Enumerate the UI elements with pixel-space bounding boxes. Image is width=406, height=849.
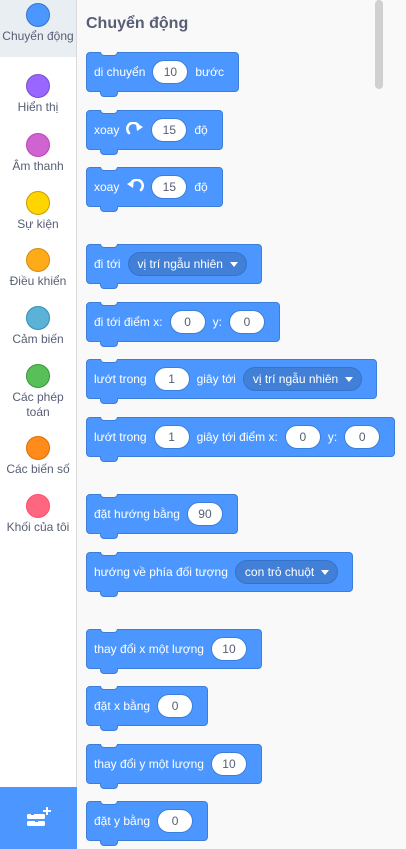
block-text: đặt hướng bằng: [94, 507, 180, 521]
target-dropdown[interactable]: vị trí ngẫu nhiên: [127, 252, 247, 276]
sensing-category-icon: [26, 306, 50, 330]
y-value-input[interactable]: 0: [157, 809, 194, 833]
category-label: Điều khiển: [9, 274, 67, 288]
change-x-block[interactable]: thay đổi x một lượng 10: [86, 629, 262, 674]
dropdown-arrow-icon: [345, 376, 354, 382]
block-text: đi tới: [94, 257, 121, 271]
control-category-icon: [26, 248, 50, 272]
x-input[interactable]: 0: [284, 425, 321, 449]
palette-section-title: Chuyển động: [86, 15, 189, 32]
category-label: Cảm biến: [12, 332, 64, 346]
category-label: Chuyển động: [2, 29, 74, 43]
block-text: di chuyển: [94, 65, 146, 79]
category-operators[interactable]: Các phép toán: [0, 361, 76, 433]
block-text: thay đổi y một lượng: [94, 757, 204, 771]
change-y-block[interactable]: thay đổi y một lượng 10: [86, 744, 262, 789]
direction-input[interactable]: 90: [186, 502, 223, 526]
point-towards-block[interactable]: hướng về phía đối tượng con trỏ chuột: [86, 552, 354, 597]
block-text: lướt trong: [94, 430, 147, 444]
set-y-block[interactable]: đặt y bằng 0: [86, 801, 209, 846]
category-label: Các phép toán: [12, 390, 64, 419]
category-sound[interactable]: Âm thanh: [0, 130, 76, 187]
towards-dropdown[interactable]: con trỏ chuột: [234, 560, 339, 584]
variables-category-icon: [26, 436, 50, 460]
turn-left-block[interactable]: xoay 15 độ: [86, 167, 223, 212]
dropdown-value: vị trí ngẫu nhiên: [137, 257, 223, 271]
category-label: Các biến số: [6, 462, 70, 476]
category-events[interactable]: Sự kiện: [0, 188, 76, 245]
x-value-input[interactable]: 0: [157, 694, 194, 718]
category-label: Sự kiện: [17, 217, 59, 231]
add-extension-icon: [26, 807, 51, 826]
block-text: y:: [327, 430, 338, 444]
block-text: độ: [194, 180, 208, 194]
seconds-input[interactable]: 1: [153, 425, 190, 449]
degrees-input[interactable]: 15: [151, 118, 188, 142]
block-text: đặt y bằng: [94, 814, 151, 828]
rotate-counterclockwise-icon: [126, 179, 145, 195]
y-input[interactable]: 0: [228, 310, 265, 334]
palette-scrollbar[interactable]: [375, 0, 383, 89]
category-looks[interactable]: Hiển thị: [0, 71, 76, 128]
glide-xy-block[interactable]: lướt trong 1 giây tới điểm x: 0 y: 0: [86, 417, 396, 462]
degrees-input[interactable]: 15: [151, 175, 188, 199]
point-direction-block[interactable]: đặt hướng bằng 90: [86, 494, 238, 539]
turn-right-block[interactable]: xoay 15 độ: [86, 110, 223, 155]
block-text: giây tới điểm x:: [196, 430, 278, 444]
block-palette: Chuyển động di chuyển 10 bước xoay 15 độ…: [77, 0, 406, 849]
block-text: đặt x bằng: [94, 699, 151, 713]
dropdown-arrow-icon: [229, 261, 238, 267]
block-text: hướng về phía đối tượng: [94, 565, 228, 579]
category-variables[interactable]: Các biến số: [0, 433, 76, 490]
looks-category-icon: [26, 74, 50, 98]
y-input[interactable]: 0: [344, 425, 381, 449]
x-change-input[interactable]: 10: [210, 637, 247, 661]
category-menu: Chuyển động Hiển thị Âm thanh Sự kiện Đi…: [0, 0, 77, 849]
block-text: độ: [194, 123, 208, 137]
y-change-input[interactable]: 10: [210, 752, 247, 776]
dropdown-value: vị trí ngẫu nhiên: [252, 372, 339, 386]
block-text: y:: [212, 315, 222, 329]
set-x-block[interactable]: đặt x bằng 0: [86, 686, 209, 731]
operators-category-icon: [26, 364, 50, 388]
glide-block[interactable]: lướt trong 1 giây tới vị trí ngẫu nhiên: [86, 359, 378, 404]
seconds-input[interactable]: 1: [153, 367, 190, 391]
category-motion[interactable]: Chuyển động: [0, 0, 76, 57]
motion-category-icon: [26, 3, 50, 27]
category-sensing[interactable]: Cảm biến: [0, 303, 76, 360]
steps-input[interactable]: 10: [152, 60, 189, 84]
my-blocks-category-icon: [26, 494, 50, 518]
go-to-block[interactable]: đi tới vị trí ngẫu nhiên: [86, 244, 262, 289]
events-category-icon: [26, 191, 50, 215]
category-label: Khối của tôi: [6, 520, 70, 534]
move-steps-block[interactable]: di chuyển 10 bước: [86, 52, 239, 97]
go-to-xy-block[interactable]: đi tới điểm x: 0 y: 0: [86, 302, 280, 347]
target-dropdown[interactable]: vị trí ngẫu nhiên: [242, 367, 363, 391]
dropdown-arrow-icon: [321, 569, 330, 575]
block-text: giây tới: [196, 372, 236, 386]
block-text: bước: [195, 65, 224, 79]
sound-category-icon: [26, 133, 50, 157]
add-extension-button[interactable]: [0, 787, 77, 849]
category-label: Âm thanh: [12, 159, 64, 173]
block-text: xoay: [94, 123, 120, 137]
category-control[interactable]: Điều khiển: [0, 245, 76, 302]
category-label: Hiển thị: [17, 100, 59, 114]
block-text: xoay: [94, 180, 120, 194]
block-text: thay đổi x một lượng: [94, 642, 204, 656]
dropdown-value: con trỏ chuột: [244, 565, 315, 579]
block-text: lướt trong: [94, 372, 147, 386]
x-input[interactable]: 0: [169, 310, 206, 334]
block-text: đi tới điểm x:: [94, 315, 163, 329]
category-my-blocks[interactable]: Khối của tôi: [0, 491, 76, 548]
rotate-clockwise-icon: [126, 122, 144, 138]
